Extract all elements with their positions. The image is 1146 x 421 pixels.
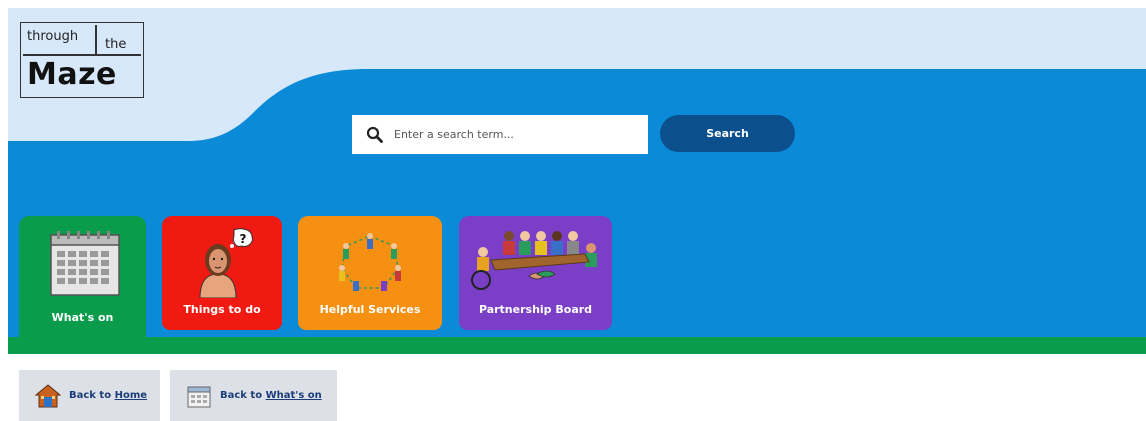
back-prefix: Back to xyxy=(220,390,263,401)
nav-underline-bar xyxy=(8,337,1146,354)
nav-tile-partnership-board[interactable]: Partnership Board xyxy=(459,216,612,330)
search-input[interactable] xyxy=(392,127,636,142)
search-box xyxy=(352,115,648,154)
back-to-home-text: Back to Home xyxy=(69,390,147,401)
search-button[interactable]: Search xyxy=(660,115,795,152)
logo-word-maze: Maze xyxy=(27,57,117,92)
nav-tile-whats-on[interactable]: What's on xyxy=(19,216,146,352)
header-banner: through the Maze Search xyxy=(8,8,1146,352)
nav-tile-label: What's on xyxy=(51,311,114,324)
back-prefix: Back to xyxy=(69,390,112,401)
thinking-person-icon: ? xyxy=(199,228,253,298)
back-link-whats-on[interactable]: What's on xyxy=(266,390,322,401)
logo-word-the: the xyxy=(105,37,127,52)
nav-tile-label: Things to do xyxy=(183,303,261,316)
svg-text:?: ? xyxy=(240,232,247,246)
back-to-whats-on-button[interactable]: Back to What's on xyxy=(170,370,337,421)
people-circle-icon xyxy=(339,233,401,291)
logo-word-through: through xyxy=(27,29,79,44)
meeting-table-icon xyxy=(471,231,597,290)
calendar-page-icon xyxy=(187,386,211,407)
house-icon xyxy=(35,383,61,407)
calendar-icon xyxy=(50,231,120,296)
search-icon xyxy=(366,126,383,143)
logo-divider-vertical xyxy=(95,25,97,54)
logo-divider-horizontal xyxy=(23,54,141,56)
nav-tile-label: Partnership Board xyxy=(478,303,593,316)
nav-tile-helpful-services[interactable]: Helpful Services xyxy=(298,216,442,330)
back-link-home[interactable]: Home xyxy=(115,390,147,401)
back-to-home-button[interactable]: Back to Home xyxy=(19,370,160,421)
site-logo[interactable]: through the Maze xyxy=(20,22,144,98)
nav-tile-label: Helpful Services xyxy=(319,303,421,316)
nav-tile-things-to-do[interactable]: ? Things to do xyxy=(162,216,282,330)
back-to-whats-on-text: Back to What's on xyxy=(220,390,322,401)
